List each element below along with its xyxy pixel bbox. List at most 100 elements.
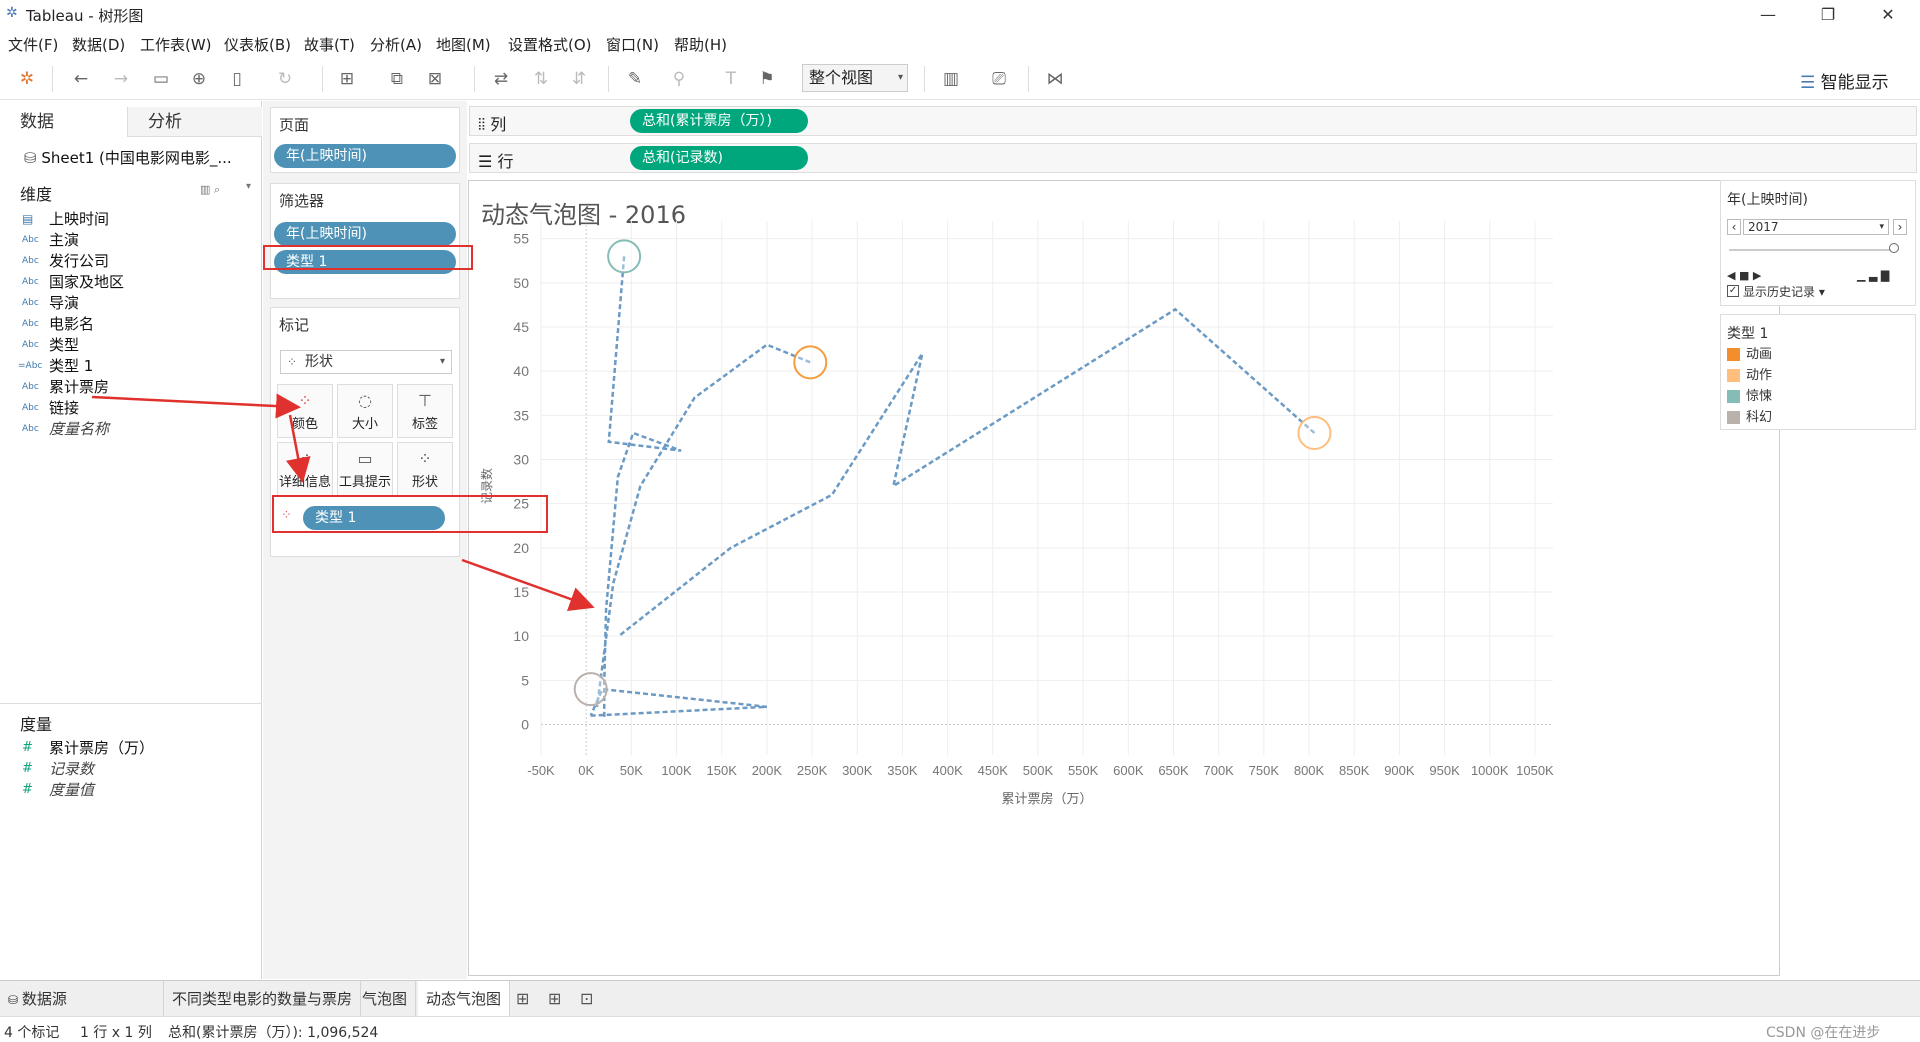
pin-icon[interactable]: ⚑ <box>756 68 778 90</box>
clear-sheet-icon[interactable]: ⊠ <box>424 68 446 90</box>
x-tick-label: 900K <box>1384 763 1415 778</box>
menu-story[interactable]: 故事(T) <box>304 34 355 55</box>
tableau-home-icon[interactable]: ✲ <box>16 68 38 90</box>
tab-sheet-active[interactable]: 动态气泡图 <box>418 981 511 1017</box>
shape-button[interactable]: ⁘ 形状 <box>397 442 453 496</box>
smart-show-label: 智能显示 <box>1820 73 1889 93</box>
view-size-dropdown[interactable]: 整个视图 ▾ <box>802 64 908 92</box>
new-sheet-icon[interactable]: ⊞ <box>516 989 529 1008</box>
y-tick-label: 30 <box>513 452 529 468</box>
field-row[interactable]: Abc 主演 <box>0 229 260 251</box>
view-options-icon[interactable]: ▥ ⌕ <box>200 183 220 197</box>
refresh-icon[interactable]: ↻ <box>274 68 296 90</box>
speed-controls-icon[interactable]: ▁ ▃ ▇ <box>1857 269 1889 282</box>
minimize-button[interactable]: — <box>1748 2 1788 28</box>
new-dashboard-icon[interactable]: ⊞ <box>548 989 561 1008</box>
tooltip-button[interactable]: ▭ 工具提示 <box>337 442 393 496</box>
new-datasource-icon[interactable]: ⊕ <box>188 68 210 90</box>
rows-text: 行 <box>497 152 514 171</box>
color-button[interactable]: ⁘ 颜色 <box>277 384 333 438</box>
field-row[interactable]: Abc 累计票房 <box>0 376 260 398</box>
close-button[interactable]: ✕ <box>1868 2 1908 28</box>
field-row[interactable]: Abc 链接 <box>0 397 260 419</box>
field-row[interactable]: Abc 度量名称 <box>0 418 260 440</box>
new-worksheet-icon[interactable]: ⊞ <box>336 68 358 90</box>
label-icon[interactable]: T <box>720 68 742 90</box>
toolbar: ✲ ← → ▭ ⊕ ▯ ↻ ⊞ ⧉ ⊠ ⇄ ⇅ ⇵ ✎ ⚲ T ⚑ 整个视图 ▾ … <box>0 58 1920 100</box>
bubble-mark <box>573 672 608 707</box>
menu-map[interactable]: 地图(M) <box>436 34 491 55</box>
menu-data[interactable]: 数据(D) <box>72 34 125 55</box>
x-tick-label: 150K <box>707 763 738 778</box>
sort-asc-icon[interactable]: ⇅ <box>530 68 552 90</box>
menu-analysis[interactable]: 分析(A) <box>370 34 422 55</box>
field-row[interactable]: Abc 国家及地区 <box>0 271 260 293</box>
field-row[interactable]: Abc 类型 <box>0 334 260 356</box>
color-label: 颜色 <box>291 417 318 432</box>
mark-type-dropdown[interactable]: ⁘ 形状 ▾ <box>280 350 452 374</box>
filters-title: 筛选器 <box>279 192 325 210</box>
group-icon[interactable]: ⚲ <box>668 68 690 90</box>
prev-page-button[interactable]: ‹ <box>1727 219 1741 235</box>
smart-show-button[interactable]: ☰ 智能显示 <box>1800 68 1889 93</box>
rows-pill[interactable]: 总和(记录数) <box>630 146 808 170</box>
field-row[interactable]: Abc 电影名 <box>0 313 260 335</box>
field-row[interactable]: ▤ 上映时间 <box>0 208 260 230</box>
swap-icon[interactable]: ⇄ <box>490 68 512 90</box>
show-history-checkbox[interactable]: ✓ <box>1727 285 1739 297</box>
menu-file[interactable]: 文件(F) <box>8 34 58 55</box>
share-icon[interactable]: ⋈ <box>1044 68 1066 90</box>
redo-icon[interactable]: → <box>110 68 132 90</box>
page-select[interactable]: 2017 ▾ <box>1743 219 1889 235</box>
tab-analysis[interactable]: 分析 <box>128 107 262 137</box>
data-source-name[interactable]: ⛁ Sheet1 (中国电影网电影_... <box>24 147 260 168</box>
menu-window[interactable]: 窗口(N) <box>606 34 659 55</box>
size-button[interactable]: ◌ 大小 <box>337 384 393 438</box>
tab-data[interactable]: 数据 <box>0 107 128 137</box>
show-history-label[interactable]: 显示历史记录 ▾ <box>1743 283 1825 300</box>
filter-pill-year[interactable]: 年(上映时间) <box>274 222 456 246</box>
sort-desc-icon[interactable]: ⇵ <box>568 68 590 90</box>
show-cards-icon[interactable]: ▥ <box>940 68 962 90</box>
playback-controls-icon[interactable]: ◀ ■ ▶ <box>1727 269 1761 282</box>
tab-datasource[interactable]: ⛁ 数据源 <box>0 981 164 1017</box>
legend-item[interactable]: 动作 <box>1727 368 1772 386</box>
color-legend-card: 类型 1 动画 动作 惊悚 科幻 <box>1720 314 1916 430</box>
page-slider-thumb[interactable] <box>1889 243 1899 253</box>
field-row[interactable]: # 度量值 <box>0 779 260 801</box>
menu-dashboard[interactable]: 仪表板(B) <box>224 34 291 55</box>
restore-button[interactable]: ❐ <box>1808 2 1848 28</box>
menu-format[interactable]: 设置格式(O) <box>508 34 592 55</box>
field-row[interactable]: Abc 导演 <box>0 292 260 314</box>
legend-item[interactable]: 科幻 <box>1727 410 1772 428</box>
x-tick-label: 850K <box>1339 763 1370 778</box>
next-page-button[interactable]: › <box>1893 219 1907 235</box>
field-row[interactable]: # 累计票房（万） <box>0 737 260 759</box>
field-row[interactable]: Abc 发行公司 <box>0 250 260 272</box>
legend-item[interactable]: 惊悚 <box>1727 389 1772 407</box>
field-row[interactable]: # 记录数 <box>0 758 260 780</box>
label-button[interactable]: ⊤ 标签 <box>397 384 453 438</box>
detail-button[interactable]: ⁖ 详细信息 <box>277 442 333 496</box>
field-row[interactable]: =Abc 类型 1 <box>0 355 260 377</box>
field-name: 导演 <box>49 294 80 312</box>
undo-icon[interactable]: ← <box>70 68 92 90</box>
dimensions-menu-icon[interactable]: ▾ <box>246 181 251 192</box>
new-story-icon[interactable]: ⊡ <box>580 989 593 1008</box>
menu-help[interactable]: 帮助(H) <box>674 34 727 55</box>
pause-update-icon[interactable]: ▯ <box>226 68 248 90</box>
duplicate-icon[interactable]: ⧉ <box>386 68 408 90</box>
pages-pill[interactable]: 年(上映时间) <box>274 144 456 168</box>
y-tick-label: 45 <box>513 319 529 335</box>
columns-pill[interactable]: 总和(累计票房（万）) <box>630 109 808 133</box>
columns-icon: ⦙⦙ <box>478 115 491 134</box>
save-icon[interactable]: ▭ <box>150 68 172 90</box>
highlight-icon[interactable]: ✎ <box>624 68 646 90</box>
legend-item[interactable]: 动画 <box>1727 347 1772 365</box>
status-bar: 4 个标记 1 行 x 1 列 总和(累计票房（万）): 1,096,524 C… <box>0 1016 1920 1042</box>
presentation-icon[interactable]: ⎚ <box>988 68 1010 90</box>
tab-sheet[interactable]: 不同类型电影的数量与票房 <box>164 981 362 1017</box>
tab-sheet[interactable]: 气泡图 <box>354 981 417 1017</box>
menu-worksheet[interactable]: 工作表(W) <box>140 34 212 55</box>
page-slider-track[interactable] <box>1729 249 1897 251</box>
